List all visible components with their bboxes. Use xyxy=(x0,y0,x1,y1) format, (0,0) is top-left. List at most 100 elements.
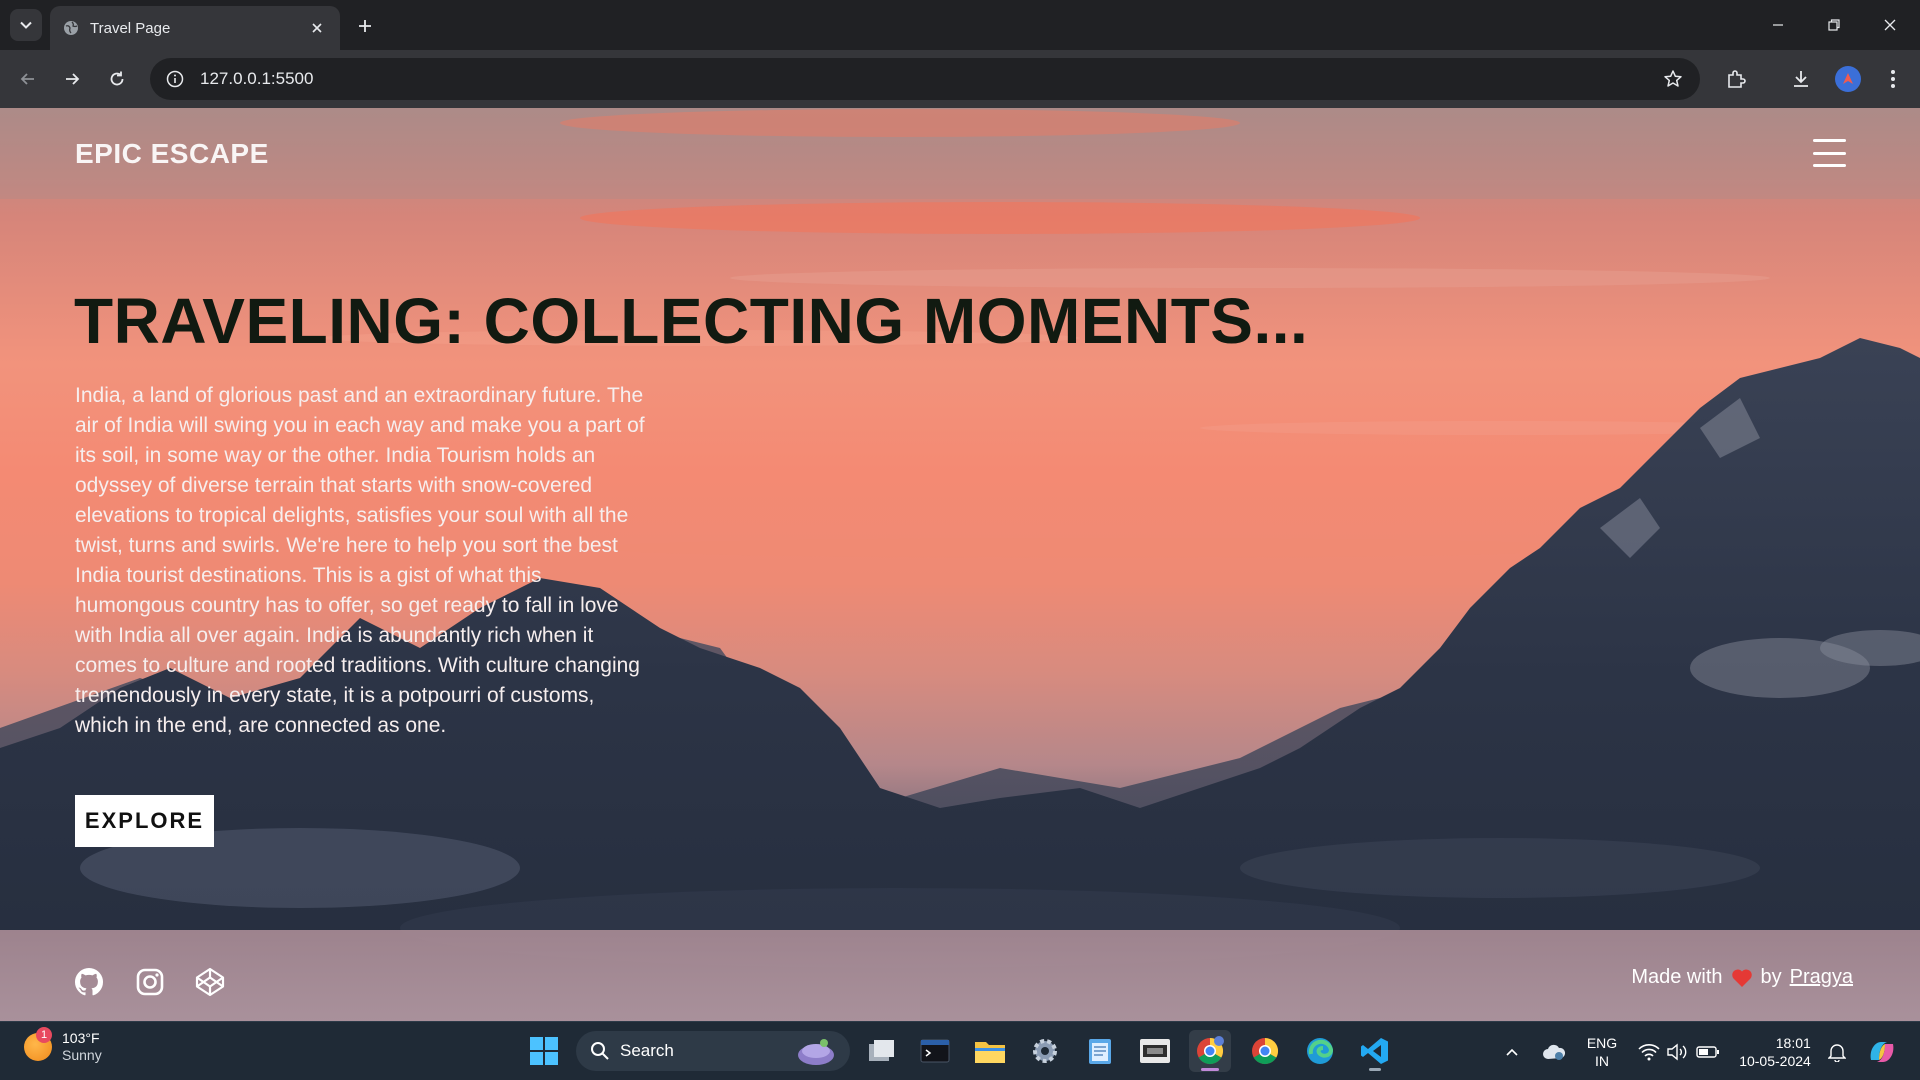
search-icon xyxy=(591,1042,609,1060)
chrome-app-active[interactable] xyxy=(1189,1030,1231,1072)
copilot-icon xyxy=(1870,1041,1894,1062)
minimize-icon xyxy=(1773,24,1783,26)
hero-paragraph: India, a land of glorious past and an ex… xyxy=(75,384,645,737)
browser-toolbar: 127.0.0.1:5500 xyxy=(0,50,1920,108)
tab-search-button[interactable] xyxy=(10,9,42,41)
forward-button[interactable] xyxy=(56,63,88,95)
browser-tab-travel-page[interactable]: Travel Page xyxy=(50,6,340,50)
more-vertical-icon xyxy=(1891,70,1895,88)
puzzle-icon xyxy=(1728,70,1746,88)
taskbar-search[interactable]: Search xyxy=(576,1031,850,1071)
site-header: EPIC ESCAPE xyxy=(0,108,1920,199)
chrome-icon xyxy=(1252,1037,1279,1065)
hamburger-line xyxy=(1813,164,1846,167)
windows-taskbar: 1 103°F Sunny Search ENG IN 18:01 10-05-… xyxy=(0,1021,1920,1080)
browser-menu-button[interactable] xyxy=(1877,63,1909,95)
globe-icon xyxy=(62,19,80,37)
arrow-left-icon xyxy=(20,73,34,85)
notification-badge: 1 xyxy=(36,1027,52,1043)
hamburger-line xyxy=(1813,151,1846,155)
codepen-icon[interactable] xyxy=(193,965,227,999)
cloud-icon xyxy=(1543,1044,1566,1060)
running-indicator xyxy=(1369,1068,1381,1071)
heart-icon xyxy=(1731,968,1752,987)
downloads-button[interactable] xyxy=(1785,63,1817,95)
windows-logo-icon xyxy=(530,1037,558,1065)
wifi-tray-icon[interactable] xyxy=(1634,1022,1664,1080)
address-bar[interactable]: 127.0.0.1:5500 xyxy=(150,58,1700,100)
bookmark-star-icon[interactable] xyxy=(1660,66,1686,92)
back-button[interactable] xyxy=(12,63,44,95)
restore-button[interactable] xyxy=(1806,0,1862,50)
download-icon xyxy=(1794,71,1808,87)
new-tab-button[interactable] xyxy=(350,11,380,41)
close-window-button[interactable] xyxy=(1862,0,1918,50)
sun-icon: 1 xyxy=(24,1027,52,1061)
region-code: IN xyxy=(1595,1052,1609,1069)
wifi-icon xyxy=(1638,1043,1660,1060)
url-text: 127.0.0.1:5500 xyxy=(200,69,314,88)
chevron-up-icon xyxy=(1506,1048,1518,1056)
notepad-app[interactable] xyxy=(1079,1030,1121,1072)
profile-button[interactable] xyxy=(1832,63,1864,95)
reload-icon xyxy=(110,71,124,86)
terminal-app[interactable] xyxy=(914,1030,956,1072)
chrome-app[interactable] xyxy=(1244,1030,1286,1072)
task-view-icon xyxy=(869,1040,894,1061)
author-link[interactable]: Pragya xyxy=(1790,966,1853,989)
by-text: by xyxy=(1760,966,1782,988)
reload-button[interactable] xyxy=(101,63,133,95)
edge-app[interactable] xyxy=(1299,1030,1341,1072)
onedrive-tray-icon[interactable] xyxy=(1538,1022,1570,1080)
tab-title: Travel Page xyxy=(90,19,171,37)
hamburger-line xyxy=(1813,139,1846,142)
close-icon xyxy=(1884,19,1896,31)
gear-icon xyxy=(1033,1039,1057,1063)
minimize-button[interactable] xyxy=(1750,0,1806,50)
language-indicator[interactable]: ENG IN xyxy=(1580,1022,1624,1080)
plus-icon xyxy=(359,20,371,32)
search-highlight-icon xyxy=(798,1039,834,1065)
copilot-button[interactable] xyxy=(1862,1022,1902,1080)
file-explorer-app[interactable] xyxy=(969,1030,1011,1072)
chrome-icon xyxy=(1197,1036,1224,1065)
site-info-icon[interactable] xyxy=(162,66,188,92)
show-hidden-icons-button[interactable] xyxy=(1498,1022,1526,1080)
system-clock[interactable]: 18:01 10-05-2024 xyxy=(1732,1022,1818,1080)
task-view-button[interactable] xyxy=(860,1030,902,1072)
page-viewport: EPIC ESCAPE TRAVELING: COLLECTING MOMENT… xyxy=(0,108,1920,1021)
volume-tray-icon[interactable] xyxy=(1662,1022,1692,1080)
active-indicator xyxy=(1201,1068,1219,1071)
site-logo[interactable]: EPIC ESCAPE xyxy=(75,138,269,170)
arrow-right-icon xyxy=(66,73,80,85)
edge-icon xyxy=(1307,1038,1334,1064)
photos-app[interactable] xyxy=(1134,1030,1176,1072)
avatar xyxy=(1835,66,1861,92)
site-footer: Made with by Pragya xyxy=(0,930,1920,1021)
vscode-app[interactable] xyxy=(1354,1030,1396,1072)
hamburger-menu-icon[interactable] xyxy=(1813,139,1846,167)
battery-icon xyxy=(1696,1045,1719,1058)
weather-temperature: 103°F xyxy=(62,1030,100,1046)
volume-icon xyxy=(1667,1043,1687,1060)
language-code: ENG xyxy=(1586,1034,1618,1051)
terminal-icon xyxy=(920,1039,950,1063)
settings-app[interactable] xyxy=(1024,1030,1066,1072)
footer-credit: Made with by Pragya xyxy=(1631,966,1853,989)
instagram-icon[interactable] xyxy=(133,965,167,999)
browser-tab-bar: Travel Page xyxy=(0,0,1920,50)
bell-icon xyxy=(1828,1043,1846,1062)
hero-title: TRAVELING: COLLECTING MOMENTS... xyxy=(74,285,1309,357)
clock-time: 18:01 xyxy=(1775,1034,1811,1051)
explore-button[interactable]: EXPLORE xyxy=(75,795,214,847)
clock-date: 10-05-2024 xyxy=(1739,1052,1811,1069)
start-button[interactable] xyxy=(523,1030,565,1072)
weather-widget[interactable]: 1 103°F Sunny xyxy=(24,1027,102,1064)
restore-icon xyxy=(1828,19,1840,31)
extensions-button[interactable] xyxy=(1720,63,1752,95)
tab-close-icon[interactable] xyxy=(306,17,328,39)
github-icon[interactable] xyxy=(72,965,106,999)
made-with-text: Made with xyxy=(1631,966,1723,988)
battery-tray-icon[interactable] xyxy=(1692,1022,1724,1080)
notifications-button[interactable] xyxy=(1822,1022,1852,1080)
